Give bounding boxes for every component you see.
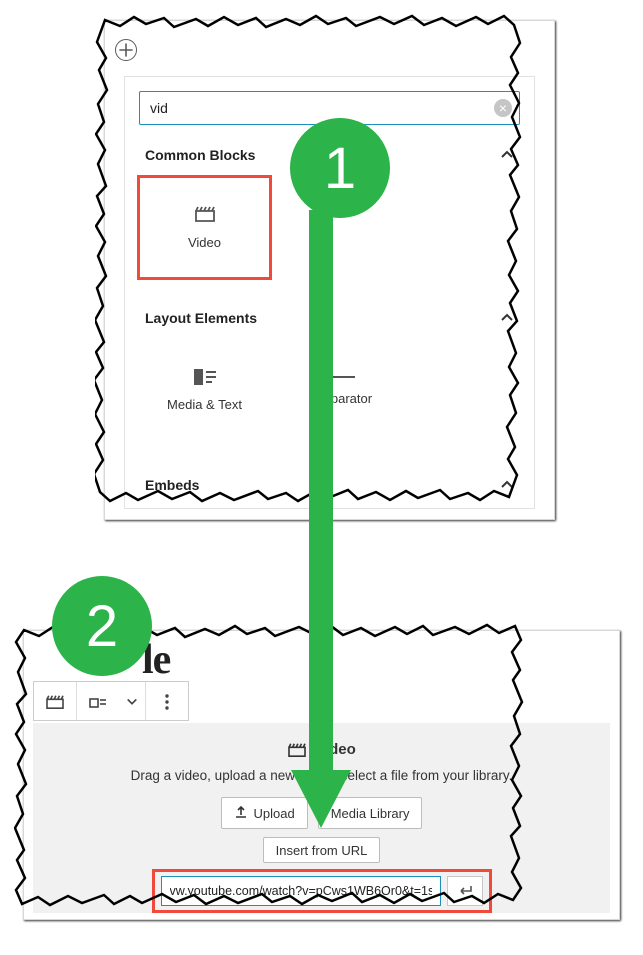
upload-label: Upload [254, 806, 295, 821]
clear-search-icon[interactable] [494, 99, 512, 117]
chevron-up-icon [500, 148, 514, 162]
video-icon [287, 742, 307, 758]
upload-button[interactable]: Upload [221, 797, 308, 829]
chevron-up-icon [500, 478, 514, 492]
media-text-icon [194, 369, 216, 385]
video-placeholder: Video Drag a video, upload a new one or … [33, 723, 610, 913]
step-number: 1 [324, 135, 356, 202]
placeholder-title: Video [315, 741, 356, 758]
section-layout-elements[interactable]: Layout Elements [125, 296, 534, 334]
more-options-button[interactable] [146, 682, 188, 722]
placeholder-subtitle: Drag a video, upload a new one or select… [131, 768, 513, 783]
placeholder-heading: Video [287, 741, 356, 758]
toolbar-chevron-down-icon[interactable] [119, 682, 145, 722]
block-tile-separator[interactable]: Separator [276, 338, 411, 443]
add-block-button[interactable] [115, 39, 137, 61]
block-tile-video[interactable]: Video [137, 175, 272, 280]
align-button[interactable] [77, 682, 119, 722]
step-badge-2: 2 [52, 576, 152, 676]
url-input[interactable] [161, 876, 441, 906]
media-library-button[interactable]: Media Library [318, 797, 423, 829]
chevron-up-icon [500, 311, 514, 325]
media-library-label: Media Library [331, 806, 410, 821]
block-tile-media-text[interactable]: Media & Text [137, 338, 272, 443]
section-label: Common Blocks [145, 147, 255, 163]
upload-icon [234, 805, 248, 822]
section-label: Layout Elements [145, 310, 257, 326]
block-type-video-icon[interactable] [34, 682, 76, 722]
submit-url-button[interactable] [447, 876, 483, 906]
video-icon [194, 205, 216, 223]
insert-url-label: Insert from URL [276, 843, 368, 858]
step-badge-1: 1 [290, 118, 390, 218]
block-tile-label: Video [188, 235, 221, 250]
section-label: Embeds [145, 477, 199, 493]
step-number: 2 [86, 593, 118, 660]
url-input-highlight [152, 869, 492, 913]
insert-from-url-button[interactable]: Insert from URL [263, 837, 381, 863]
section-embeds[interactable]: Embeds [125, 459, 534, 497]
placeholder-buttons: Upload Media Library [221, 797, 423, 829]
layout-blocks-row: Media & Text Separator [125, 334, 534, 459]
block-inserter-panel: Common Blocks Video Layout Elements [104, 20, 555, 520]
block-tile-label: Separator [315, 391, 372, 406]
block-toolbar [33, 681, 189, 721]
block-tile-label: Media & Text [167, 397, 242, 412]
separator-icon [333, 375, 355, 379]
